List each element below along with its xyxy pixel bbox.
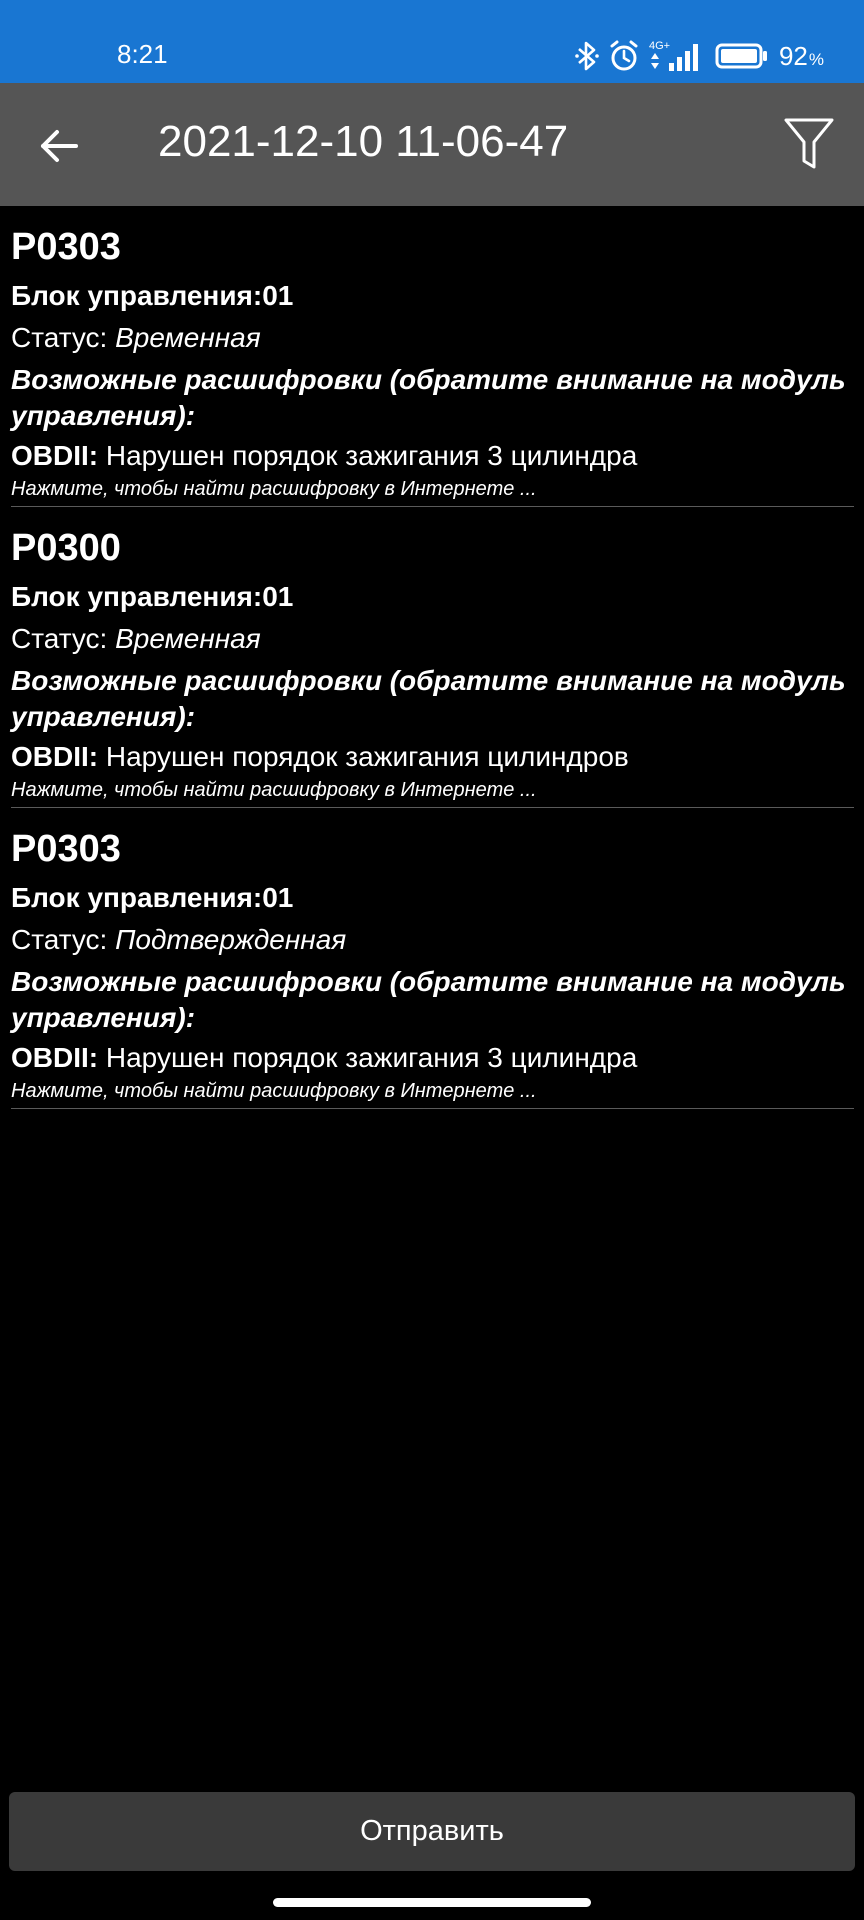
network-label: 4G+ xyxy=(649,40,670,52)
dtc-list-item[interactable]: P0303 Блок управления:01 Статус: Подтвер… xyxy=(11,808,854,1109)
dtc-description: OBDII: Нарушен порядок зажигания 3 цилин… xyxy=(11,438,854,474)
bluetooth-icon xyxy=(575,40,599,72)
dtc-desc-text: Нарушен порядок зажигания цилиндров xyxy=(98,741,629,772)
dtc-possible-heading: Возможные расшифровки (обратите внимание… xyxy=(11,665,846,732)
dtc-search-hint[interactable]: Нажмите, чтобы найти расшифровку в Интер… xyxy=(11,777,854,803)
dtc-ecu: Блок управления:01 xyxy=(11,581,294,612)
home-indicator[interactable] xyxy=(273,1898,591,1907)
status-time: 8:21 xyxy=(117,39,168,69)
dtc-code: P0303 xyxy=(11,226,121,268)
dtc-desc-text: Нарушен порядок зажигания 3 цилиндра xyxy=(98,1042,638,1073)
dtc-status-label: Статус: xyxy=(11,924,116,955)
battery-percentage: 92% xyxy=(779,41,824,72)
dtc-desc-prefix: OBDII: xyxy=(11,1042,99,1073)
dtc-description: OBDII: Нарушен порядок зажигания 3 цилин… xyxy=(11,1040,854,1076)
dtc-code: P0300 xyxy=(11,527,121,569)
app-bar: 2021-12-10 11-06-47 xyxy=(0,83,864,206)
dtc-description: OBDII: Нарушен порядок зажигания цилиндр… xyxy=(11,739,854,775)
back-button[interactable] xyxy=(26,113,92,179)
dtc-list-item[interactable]: P0300 Блок управления:01 Статус: Временн… xyxy=(11,507,854,808)
filter-icon xyxy=(784,118,834,169)
dtc-status: Статус: Подтвержденная xyxy=(11,922,854,958)
page-title: 2021-12-10 11-06-47 xyxy=(158,117,569,166)
dtc-ecu: Блок управления:01 xyxy=(11,882,294,913)
dtc-ecu: Блок управления:01 xyxy=(11,280,294,311)
signal-icon: 4G+ xyxy=(649,39,705,73)
dtc-list: P0303 Блок управления:01 Статус: Временн… xyxy=(11,206,854,1109)
dtc-desc-text: Нарушен порядок зажигания 3 цилиндра xyxy=(98,440,638,471)
filter-button[interactable] xyxy=(776,111,842,177)
battery-unit: % xyxy=(808,49,824,69)
app-root: 8:21 4G+ 92 % 2021-12-10 11-06-47 P0303 … xyxy=(0,0,864,1920)
dtc-desc-prefix: OBDII: xyxy=(11,741,99,772)
battery-icon xyxy=(715,43,769,69)
dtc-search-hint[interactable]: Нажмите, чтобы найти расшифровку в Интер… xyxy=(11,476,854,502)
dtc-status-value: Временная xyxy=(115,322,261,353)
dtc-possible-heading: Возможные расшифровки (обратите внимание… xyxy=(11,364,846,431)
dtc-status-value: Подтвержденная xyxy=(115,924,347,955)
dtc-list-item[interactable]: P0303 Блок управления:01 Статус: Временн… xyxy=(11,206,854,507)
dtc-status-label: Статус: xyxy=(11,623,116,654)
dtc-search-hint[interactable]: Нажмите, чтобы найти расшифровку в Интер… xyxy=(11,1078,854,1104)
arrow-left-icon xyxy=(41,130,78,162)
dtc-code: P0303 xyxy=(11,828,121,870)
send-button[interactable]: Отправить xyxy=(9,1792,855,1871)
dtc-status-label: Статус: xyxy=(11,322,116,353)
status-icons: 4G+ 92% xyxy=(575,36,824,76)
battery-value: 92 xyxy=(778,40,808,71)
dtc-status: Статус: Временная xyxy=(11,320,854,356)
status-bar: 8:21 4G+ 92 % xyxy=(0,0,864,83)
alarm-icon xyxy=(609,40,639,72)
dtc-desc-prefix: OBDII: xyxy=(11,440,99,471)
dtc-possible-heading: Возможные расшифровки (обратите внимание… xyxy=(11,966,846,1033)
dtc-status-value: Временная xyxy=(115,623,261,654)
dtc-status: Статус: Временная xyxy=(11,621,854,657)
